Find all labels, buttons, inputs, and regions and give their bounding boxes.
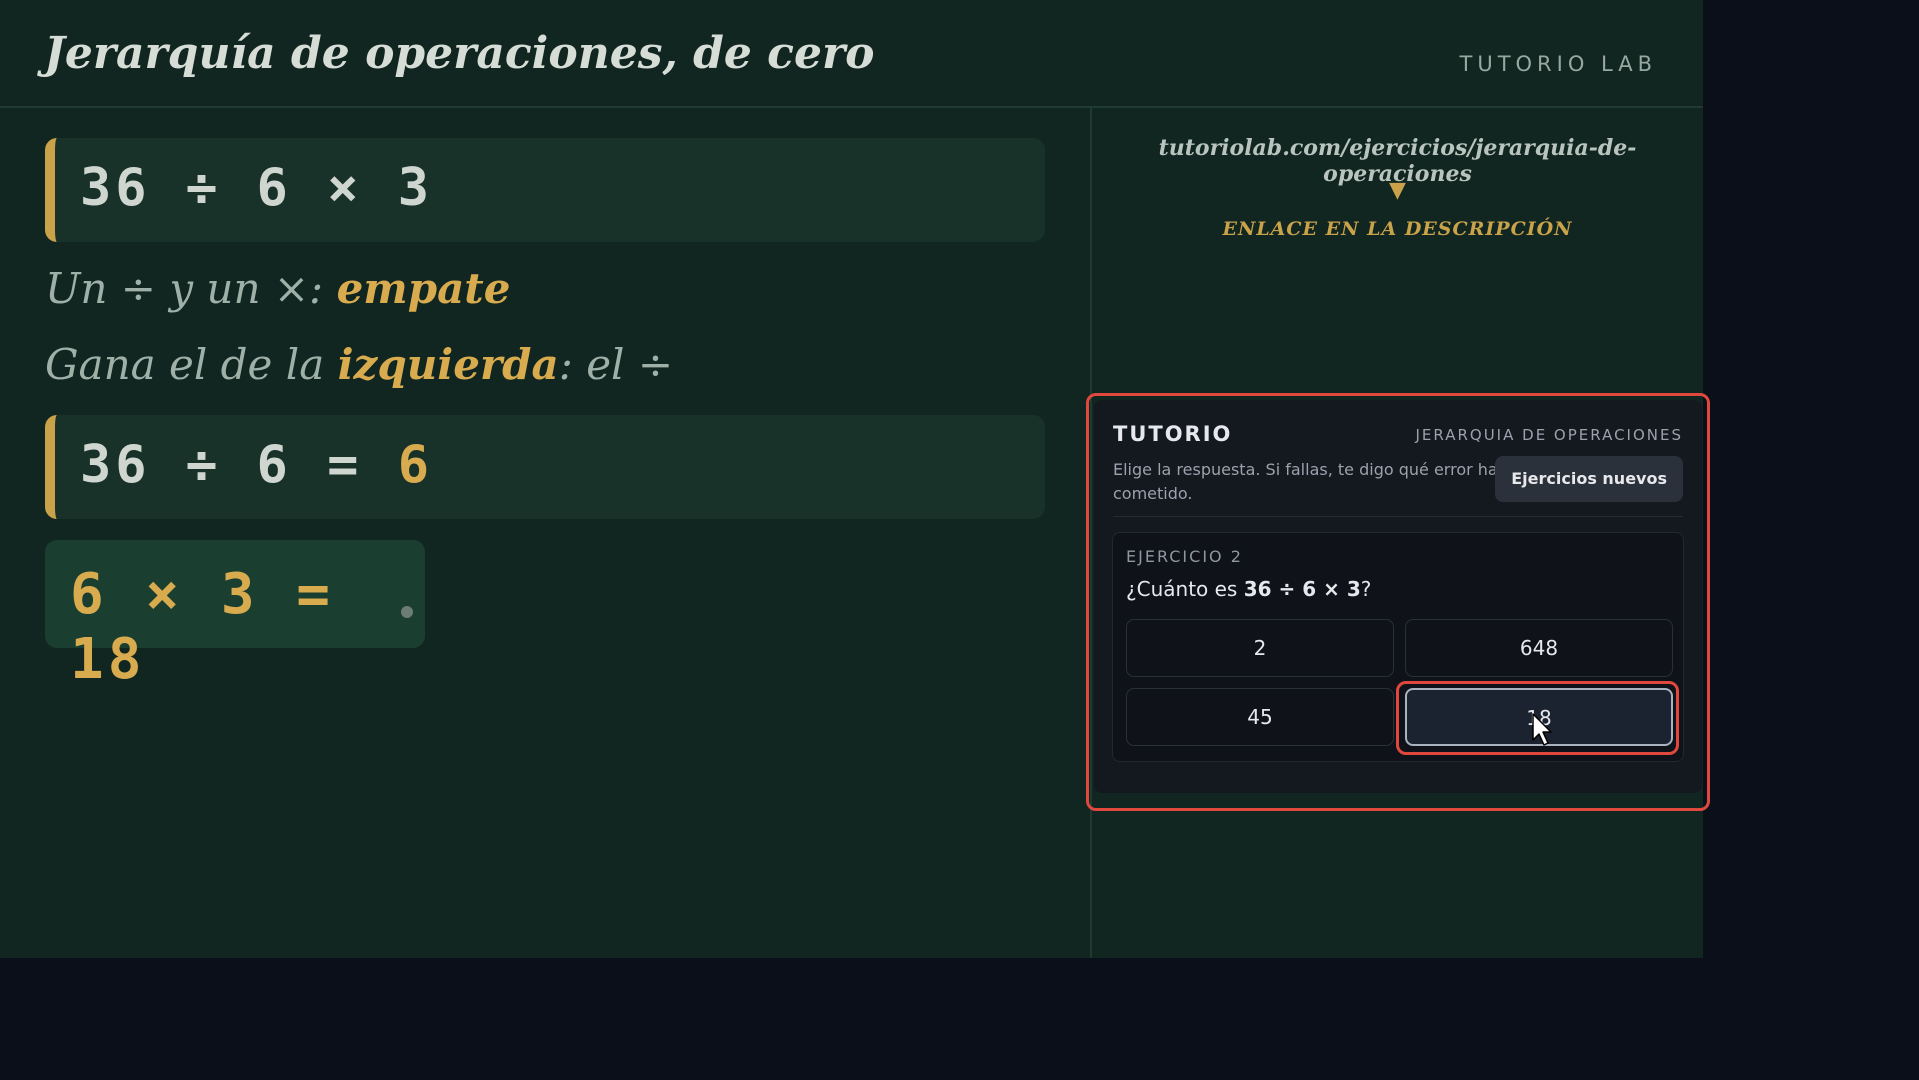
new-exercises-button[interactable]: Ejercicios nuevos — [1495, 456, 1683, 502]
exercise-question: ¿Cuánto es 36 ÷ 6 × 3? — [1126, 577, 1371, 601]
answer-option-45[interactable]: 45 — [1126, 688, 1394, 746]
step1-left: 36 ÷ 6 = — [80, 435, 398, 495]
note-tie-text: Un ÷ y un ×: — [45, 264, 337, 313]
answer-option-648[interactable]: 648 — [1405, 619, 1673, 677]
step2-text: 6 × 3 = 18 — [70, 562, 335, 692]
question-suffix: ? — [1360, 577, 1372, 601]
brand-logo-text: TUTORIO LAB — [1459, 52, 1657, 76]
note-tie: Un ÷ y un ×: empate — [45, 264, 510, 313]
widget-divider — [1113, 516, 1683, 517]
exercise-label: EJERCICIO 2 — [1126, 547, 1243, 566]
step1-text: 36 ÷ 6 = 6 — [80, 435, 433, 495]
answer-option-2[interactable]: 2 — [1126, 619, 1394, 677]
expression-text: 36 ÷ 6 × 3 — [80, 158, 434, 218]
mouse-pointer-icon — [1532, 713, 1552, 746]
widget-topic: JERARQUIA DE OPERACIONES — [1415, 426, 1683, 444]
question-expression: 36 ÷ 6 × 3 — [1243, 577, 1361, 601]
step1-result: 6 — [397, 435, 434, 495]
question-prefix: ¿Cuánto es — [1126, 577, 1244, 601]
page-title: Jerarquía de operaciones, de cero — [44, 28, 875, 79]
arrow-down-icon: ▼ — [1389, 178, 1406, 203]
expression-box: 36 ÷ 6 × 3 — [45, 138, 1045, 242]
step1-box: 36 ÷ 6 = 6 — [45, 415, 1045, 519]
note-left-suffix: : el ÷ — [558, 340, 674, 389]
widget-brand: TUTORIO — [1113, 422, 1233, 446]
note-left-highlight: izquierda — [337, 340, 559, 389]
link-caption: ENLACE EN LA DESCRIPCIÓN — [1222, 218, 1573, 240]
note-left-text: Gana el de la — [45, 340, 338, 389]
header: Jerarquía de operaciones, de cero TUTORI… — [0, 0, 1703, 108]
note-left-wins: Gana el de la izquierda: el ÷ — [45, 340, 673, 389]
widget-instructions: Elige la respuesta. Si fallas, te digo q… — [1113, 460, 1507, 503]
chalk-dot — [401, 606, 413, 618]
note-tie-highlight: empate — [336, 264, 511, 313]
step2-box: 6 × 3 = 18 — [45, 540, 425, 692]
